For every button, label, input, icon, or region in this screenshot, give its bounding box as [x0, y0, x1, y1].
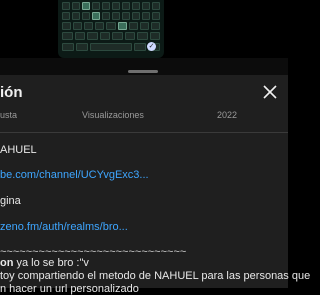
stat-views-label: Visualizaciones [82, 110, 144, 120]
comment-text: ya lo se bro :"v [13, 257, 89, 269]
description-line: n hacer un url personalizado [0, 283, 139, 295]
channel-link[interactable]: be.com/channel/UCYvgExc3... [0, 169, 149, 181]
comment-line: on ya lo se bro :"v [0, 257, 89, 269]
close-icon[interactable] [262, 84, 278, 100]
stat-year-label: 2022 [217, 110, 238, 120]
panel-title: ión [0, 84, 23, 101]
stats-row: usta Visualizaciones 2022 [0, 110, 288, 122]
keyboard-row [62, 2, 160, 11]
description-panel: ión usta Visualizaciones 2022 AHUEL be.c… [0, 75, 310, 295]
stat-likes-label: usta [0, 110, 18, 120]
divider [0, 132, 288, 133]
description-line: AHUEL [0, 144, 37, 156]
description-line: gina [0, 195, 21, 207]
keyboard-row [62, 22, 160, 31]
keyboard-row [62, 43, 160, 52]
check-icon: ✓ [147, 42, 156, 51]
web-link[interactable]: zeno.fm/auth/realms/bro... [0, 221, 128, 233]
keyboard-row [62, 12, 160, 21]
description-line: toy compartiendo el metodo de NAHUEL par… [0, 270, 311, 282]
video-player[interactable]: ✓ [0, 0, 288, 58]
keyboard-row [62, 32, 160, 41]
drag-handle[interactable] [128, 70, 158, 73]
comment-author: on [0, 257, 14, 269]
